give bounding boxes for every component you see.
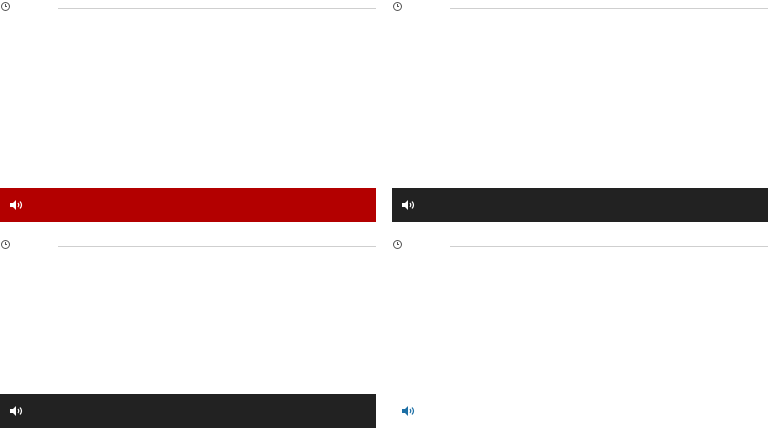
divider [450, 246, 768, 247]
clock-icon [393, 2, 402, 11]
audio-player-bar[interactable] [0, 394, 376, 428]
clock-icon [393, 240, 402, 249]
speaker-icon[interactable] [10, 200, 24, 210]
divider [58, 246, 376, 247]
news-card[interactable] [0, 0, 376, 222]
audio-player-bar[interactable] [0, 188, 376, 222]
audio-player-bar[interactable] [392, 188, 768, 222]
news-card[interactable] [0, 238, 376, 428]
news-card[interactable] [392, 238, 768, 428]
speaker-icon[interactable] [10, 406, 24, 416]
news-card[interactable] [392, 0, 768, 222]
divider [450, 8, 768, 9]
clock-icon [1, 240, 10, 249]
audio-player-bar[interactable] [392, 394, 768, 428]
speaker-icon[interactable] [402, 200, 416, 210]
clock-icon [1, 2, 10, 11]
divider [58, 8, 376, 9]
speaker-icon[interactable] [402, 406, 416, 416]
